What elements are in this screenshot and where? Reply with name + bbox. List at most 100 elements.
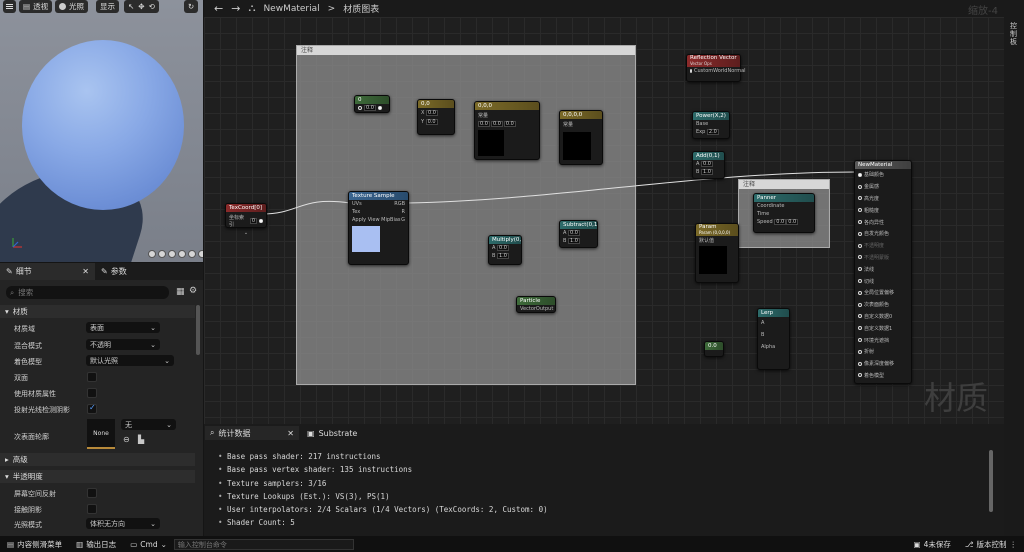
color-swatch[interactable] bbox=[563, 132, 591, 160]
browse-folder-icon[interactable]: ▙ bbox=[138, 435, 144, 444]
move-icon[interactable]: ✥ bbox=[138, 0, 144, 13]
rotate-icon[interactable]: ⟲ bbox=[149, 0, 155, 13]
cylinder-shape-icon[interactable] bbox=[148, 250, 156, 258]
color-swatch[interactable] bbox=[699, 246, 727, 274]
section-translucency[interactable]: ▾ 半透明度 bbox=[0, 470, 195, 483]
add-node[interactable]: Add(0,1) A 0.0 B 1.0 bbox=[692, 151, 725, 179]
input-pin[interactable] bbox=[858, 208, 862, 213]
input-pin[interactable] bbox=[858, 338, 862, 343]
multiply-node[interactable]: Multiply(0,1) A 0.0 B 1.0 bbox=[488, 235, 522, 265]
vector-parameter-node[interactable]: Param Param (0,0,0,0) 默认值 bbox=[695, 223, 739, 283]
close-icon[interactable]: ✕ bbox=[82, 267, 89, 276]
output-pin-row[interactable]: 各向异性 bbox=[855, 216, 911, 228]
show-button[interactable]: 显示 bbox=[96, 0, 119, 13]
output-pin-row[interactable]: 次表面颜色 bbox=[855, 299, 911, 311]
reflection-vector-node[interactable]: Reflection Vector Vector Ops CustomWorldN… bbox=[686, 54, 746, 82]
subsurface-profile-thumbnail[interactable]: None bbox=[87, 419, 115, 449]
section-material[interactable]: ▾ 材质 bbox=[0, 305, 195, 318]
output-pin[interactable] bbox=[377, 106, 382, 110]
section-advanced[interactable]: ▸ 高级 bbox=[0, 453, 195, 466]
custom-mesh-icon[interactable] bbox=[198, 250, 203, 258]
tab-parameters[interactable]: ✎ 参数 bbox=[95, 263, 133, 280]
input-pin[interactable] bbox=[858, 279, 862, 284]
output-pin-row[interactable]: 粗糙度 bbox=[855, 204, 911, 216]
tab-substrate[interactable]: ▣ Substrate bbox=[302, 426, 362, 440]
power-node[interactable]: Power(X,2) Base Exp 2.0 bbox=[692, 111, 730, 139]
input-pin[interactable] bbox=[858, 196, 862, 201]
blend-mode-dropdown[interactable]: 不透明 ⌄ bbox=[86, 339, 160, 350]
source-control-button[interactable]: ⎇ 版本控制 ⋮ bbox=[958, 536, 1024, 552]
texcoord-node[interactable]: TexCoord[0] 坐标索引 0 ⌄ bbox=[225, 203, 267, 236]
input-pin[interactable] bbox=[858, 267, 862, 272]
settings-gear-icon[interactable]: ⚙ bbox=[189, 286, 197, 296]
stats-scrollbar[interactable] bbox=[989, 450, 993, 512]
realtime-toggle-button[interactable]: ↻ bbox=[184, 0, 198, 13]
browse-arrow-icon[interactable]: ⊖ bbox=[123, 435, 130, 444]
chevron-down-icon[interactable]: ⌄ bbox=[226, 230, 266, 236]
output-pin-row[interactable]: 全局位置偏移 bbox=[855, 287, 911, 299]
input-pin[interactable] bbox=[858, 243, 862, 248]
details-search-input[interactable]: ⌕ 搜索 bbox=[6, 286, 169, 299]
table-view-icon[interactable]: ▦ bbox=[176, 287, 185, 297]
vector4-constant-node[interactable]: 0,0,0,0 常量 bbox=[559, 110, 603, 165]
lit-mode-button[interactable]: 光照 bbox=[55, 0, 88, 13]
tab-details[interactable]: ✎ 细节 ✕ bbox=[0, 263, 95, 280]
output-pin-row[interactable]: 法线 bbox=[855, 263, 911, 275]
subtract-node[interactable]: Subtract(0,1) A 0.0 B 1.0 bbox=[559, 220, 598, 248]
output-pin-row[interactable]: 像素深度偏移 bbox=[855, 358, 911, 370]
input-pin[interactable] bbox=[858, 314, 862, 319]
unsaved-assets-button[interactable]: ▣ 4未保存 bbox=[906, 536, 957, 552]
output-pin-row[interactable]: 折射 bbox=[855, 346, 911, 358]
transform-tools[interactable]: ↖ ✥ ⟲ bbox=[124, 0, 159, 13]
cast-raytraced-shadows-checkbox[interactable] bbox=[87, 403, 97, 414]
subsurface-profile-dropdown[interactable]: 无 ⌄ bbox=[121, 419, 176, 430]
reroute-node[interactable]: 0.0 bbox=[704, 341, 724, 357]
input-pin[interactable] bbox=[858, 349, 862, 354]
perspective-button[interactable]: ▤ 透视 bbox=[19, 0, 53, 13]
input-pin[interactable] bbox=[858, 184, 862, 189]
input-pin[interactable] bbox=[858, 231, 862, 236]
texture-thumbnail[interactable] bbox=[352, 226, 380, 252]
output-pin-row[interactable]: 高光度 bbox=[855, 193, 911, 205]
scalar-constant-node[interactable]: 0 0.0 bbox=[354, 95, 390, 113]
material-domain-dropdown[interactable]: 表面 ⌄ bbox=[86, 322, 160, 333]
viewport-menu-button[interactable] bbox=[3, 0, 16, 13]
palette-tab[interactable]: 控制板 bbox=[1010, 22, 1018, 46]
lerp-node[interactable]: Lerp A B Alpha bbox=[757, 308, 790, 370]
output-pin-row[interactable]: 着色模型 bbox=[855, 370, 911, 382]
forward-arrow-icon[interactable]: → bbox=[231, 2, 240, 15]
output-pin-row[interactable]: 切线 bbox=[855, 275, 911, 287]
cmd-selector[interactable]: ▭ Cmd ⌄ bbox=[123, 536, 174, 552]
details-scrollbar[interactable] bbox=[196, 305, 200, 355]
input-pin[interactable] bbox=[358, 106, 362, 110]
output-pin-row[interactable]: 不透明度 bbox=[855, 240, 911, 252]
shading-model-dropdown[interactable]: 默认光照 ⌄ bbox=[86, 355, 174, 366]
output-pin-row[interactable]: 不透明蒙版 bbox=[855, 252, 911, 264]
preview-shape-selector[interactable] bbox=[148, 250, 203, 258]
output-pin-row[interactable]: 自定义数据0 bbox=[855, 311, 911, 323]
teapot-shape-icon[interactable] bbox=[188, 250, 196, 258]
output-pin-row[interactable]: 环境光遮挡 bbox=[855, 334, 911, 346]
lighting-mode-dropdown[interactable]: 体积无方向 ⌄ bbox=[86, 518, 160, 529]
back-arrow-icon[interactable]: ← bbox=[214, 2, 223, 15]
cube-shape-icon[interactable] bbox=[178, 250, 186, 258]
input-pin[interactable] bbox=[858, 361, 862, 366]
input-pin[interactable] bbox=[858, 290, 862, 295]
input-pin[interactable] bbox=[858, 326, 862, 331]
vector3-constant-node[interactable]: 0,0,0 常量 0.0 0.0 0.0 bbox=[474, 101, 540, 160]
close-icon[interactable]: ✕ bbox=[287, 429, 294, 438]
output-log-button[interactable]: ▥ 输出日志 bbox=[69, 536, 123, 552]
input-pin[interactable] bbox=[858, 255, 862, 260]
input-pin[interactable] bbox=[858, 220, 862, 225]
contact-shadows-checkbox[interactable] bbox=[87, 504, 97, 514]
sphere-shape-icon[interactable] bbox=[158, 250, 166, 258]
input-pin[interactable] bbox=[858, 373, 862, 378]
material-preview-viewport[interactable]: ▤ 透视 光照 显示 ↖ ✥ ⟲ ↻ bbox=[0, 0, 203, 262]
output-pin-row[interactable]: 金属感 bbox=[855, 181, 911, 193]
panner-node[interactable]: Panner Coordinate Time Speed 0.0 0.0 bbox=[753, 193, 815, 233]
output-pin-row[interactable]: 自定义数据1 bbox=[855, 322, 911, 334]
plane-shape-icon[interactable] bbox=[168, 250, 176, 258]
select-icon[interactable]: ↖ bbox=[128, 0, 134, 13]
content-drawer-button[interactable]: ▤ 内容侧滑菜单 bbox=[0, 536, 69, 552]
asset-name[interactable]: NewMaterial bbox=[263, 4, 319, 14]
